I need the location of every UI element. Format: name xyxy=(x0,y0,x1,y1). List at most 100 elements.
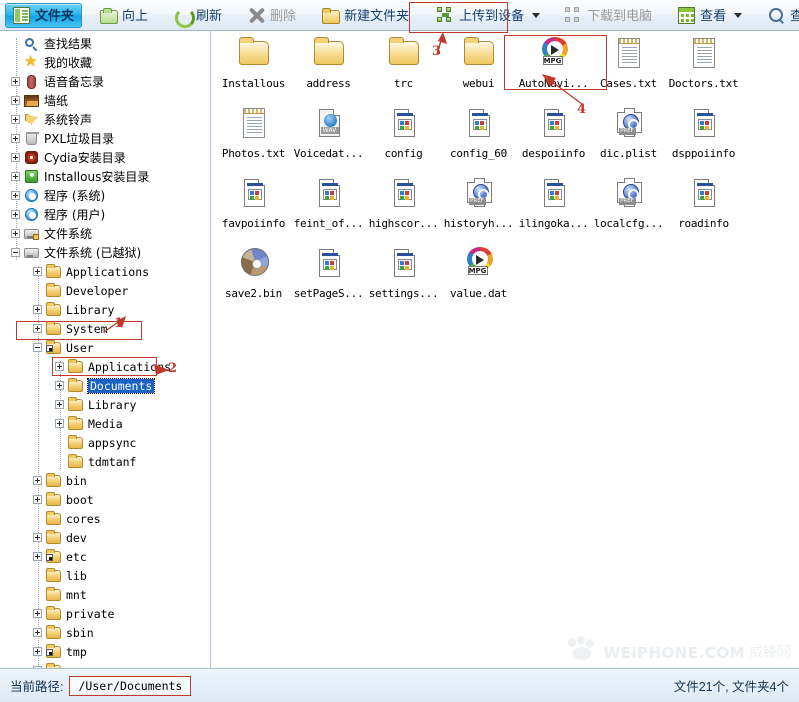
toolbar-button-delete[interactable]: 删除 xyxy=(240,3,304,28)
file-item[interactable]: setPageS... xyxy=(291,245,366,309)
tree-expand-icon[interactable] xyxy=(55,400,64,409)
folder-tree-pane[interactable]: 查找结果★我的收藏语音备忘录墙纸系统铃声PXL垃圾目录Cydia安装目录Inst… xyxy=(0,31,211,668)
tree-item-sbin[interactable]: sbin xyxy=(33,623,94,642)
tree-expand-icon[interactable] xyxy=(11,172,20,181)
file-item[interactable]: dsppoiinfo xyxy=(666,105,741,169)
folder-icon xyxy=(67,379,84,393)
tree-item-usr[interactable]: usr xyxy=(33,661,87,668)
tree-collapse-icon[interactable] xyxy=(11,248,20,257)
tree-item-documents[interactable]: Documents xyxy=(55,376,154,395)
tree-item-tmp[interactable]: tmp xyxy=(33,642,87,661)
file-item[interactable]: webui xyxy=(441,35,516,99)
tree-item-developer[interactable]: Developer xyxy=(33,281,128,300)
tree-expand-icon[interactable] xyxy=(33,495,42,504)
tree-expand-icon[interactable] xyxy=(33,267,42,276)
file-item[interactable]: feint_of... xyxy=(291,175,366,239)
tree-item-boot[interactable]: boot xyxy=(33,490,94,509)
tree-expand-icon[interactable] xyxy=(33,476,42,485)
tree-item-library[interactable]: Library xyxy=(55,395,136,414)
tree-item-[interactable]: ★我的收藏 xyxy=(11,53,92,72)
file-item[interactable]: Cases.txt xyxy=(591,35,666,99)
tree-item-[interactable]: 系统铃声 xyxy=(11,110,92,129)
toolbar-button-up[interactable]: 向上 xyxy=(92,3,156,28)
toolbar-button-upload-to-device[interactable]: 上传到设备 xyxy=(429,3,548,28)
toolbar-button-search[interactable]: 查找 xyxy=(760,3,799,28)
tree-item-media[interactable]: Media xyxy=(55,414,123,433)
tree-expand-icon[interactable] xyxy=(11,210,20,219)
file-item[interactable]: MPGvalue.dat xyxy=(441,245,516,309)
toolbar-button-refresh[interactable]: 刷新 xyxy=(166,3,230,28)
file-item[interactable]: Photos.txt xyxy=(216,105,291,169)
file-item[interactable]: config xyxy=(366,105,441,169)
file-item[interactable]: favpoiinfo xyxy=(216,175,291,239)
folder-tree[interactable]: 查找结果★我的收藏语音备忘录墙纸系统铃声PXL垃圾目录Cydia安装目录Inst… xyxy=(5,31,210,668)
file-item[interactable]: save2.bin xyxy=(216,245,291,309)
tree-item-[interactable]: 墙纸 xyxy=(11,91,68,110)
toolbar-button-download-to-pc[interactable]: 下载到电脑 xyxy=(557,3,660,28)
tree-item-bin[interactable]: bin xyxy=(33,471,87,490)
tree-expand-icon[interactable] xyxy=(33,324,42,333)
file-item[interactable]: settings... xyxy=(366,245,441,309)
tree-item-private[interactable]: private xyxy=(33,604,114,623)
file-item[interactable]: roadinfo xyxy=(666,175,741,239)
tree-item-cydia[interactable]: Cydia安装目录 xyxy=(11,148,126,167)
file-item[interactable]: PREFdic.plist xyxy=(591,105,666,169)
file-item[interactable]: address xyxy=(291,35,366,99)
tree-item-installous[interactable]: Installous安装目录 xyxy=(11,167,149,186)
chevron-down-icon[interactable] xyxy=(734,13,742,18)
tree-item-tdmtanf[interactable]: tdmtanf xyxy=(55,452,136,471)
tree-expand-icon[interactable] xyxy=(33,628,42,637)
tree-item-user[interactable]: User xyxy=(33,338,94,357)
tree-item-system[interactable]: System xyxy=(33,319,108,338)
tree-item-cores[interactable]: cores xyxy=(33,509,101,528)
file-item[interactable]: ilingoka... xyxy=(516,175,591,239)
tree-expand-icon[interactable] xyxy=(11,134,20,143)
tree-expand-icon[interactable] xyxy=(11,115,20,124)
tree-item-[interactable]: 文件系统 (已越狱) xyxy=(11,243,141,262)
tree-expand-icon[interactable] xyxy=(55,362,64,371)
file-item[interactable]: Doctors.txt xyxy=(666,35,741,99)
tree-item-[interactable]: 程序 (用户) xyxy=(11,205,105,224)
tree-expand-icon[interactable] xyxy=(33,609,42,618)
tree-item-library[interactable]: Library xyxy=(33,300,114,319)
file-list-pane[interactable]: InstallousaddresstrcwebuiMPGAutoNavi...C… xyxy=(212,31,799,668)
tree-item-applications[interactable]: Applications xyxy=(33,262,149,281)
tree-item-[interactable]: 文件系统 xyxy=(11,224,92,243)
tree-expand-icon[interactable] xyxy=(33,647,42,656)
file-item[interactable]: highscor... xyxy=(366,175,441,239)
toolbar-button-folders[interactable]: 文件夹 xyxy=(5,3,82,28)
file-item[interactable]: PREFhistoryh... xyxy=(441,175,516,239)
tree-expand-icon[interactable] xyxy=(33,305,42,314)
tree-item-applications[interactable]: Applications xyxy=(55,357,171,376)
file-icon xyxy=(685,175,723,215)
tree-expand-icon[interactable] xyxy=(11,229,20,238)
tree-expand-icon[interactable] xyxy=(55,419,64,428)
tree-expand-icon[interactable] xyxy=(11,77,20,86)
file-item[interactable]: config_60 xyxy=(441,105,516,169)
tree-expand-icon[interactable] xyxy=(11,153,20,162)
file-item[interactable]: trc xyxy=(366,35,441,99)
tree-item-dev[interactable]: dev xyxy=(33,528,87,547)
tree-item-mnt[interactable]: mnt xyxy=(33,585,87,604)
tree-item-etc[interactable]: etc xyxy=(33,547,87,566)
tree-expand-icon[interactable] xyxy=(11,96,20,105)
tree-item-appsync[interactable]: appsync xyxy=(55,433,136,452)
tree-item-[interactable]: 程序 (系统) xyxy=(11,186,105,205)
file-item[interactable]: MPGAutoNavi... xyxy=(516,35,591,99)
tree-expand-icon[interactable] xyxy=(33,552,42,561)
file-item[interactable]: WAVVoicedat... xyxy=(291,105,366,169)
tree-expand-icon[interactable] xyxy=(11,191,20,200)
tree-collapse-icon[interactable] xyxy=(33,343,42,352)
chevron-down-icon[interactable] xyxy=(532,13,540,18)
toolbar-button-new-folder[interactable]: 新建文件夹 xyxy=(314,3,417,28)
toolbar-button-view[interactable]: 查看 xyxy=(670,3,750,28)
tree-expand-icon[interactable] xyxy=(55,381,64,390)
star-icon: ★ xyxy=(23,56,40,70)
tree-item-[interactable]: 语音备忘录 xyxy=(11,72,104,91)
file-item[interactable]: Installous xyxy=(216,35,291,99)
tree-item-lib[interactable]: lib xyxy=(33,566,87,585)
file-item[interactable]: PREFlocalcfg... xyxy=(591,175,666,239)
tree-expand-icon[interactable] xyxy=(33,533,42,542)
tree-item-pxl[interactable]: PXL垃圾目录 xyxy=(11,129,114,148)
tree-item-[interactable]: 查找结果 xyxy=(11,34,92,53)
